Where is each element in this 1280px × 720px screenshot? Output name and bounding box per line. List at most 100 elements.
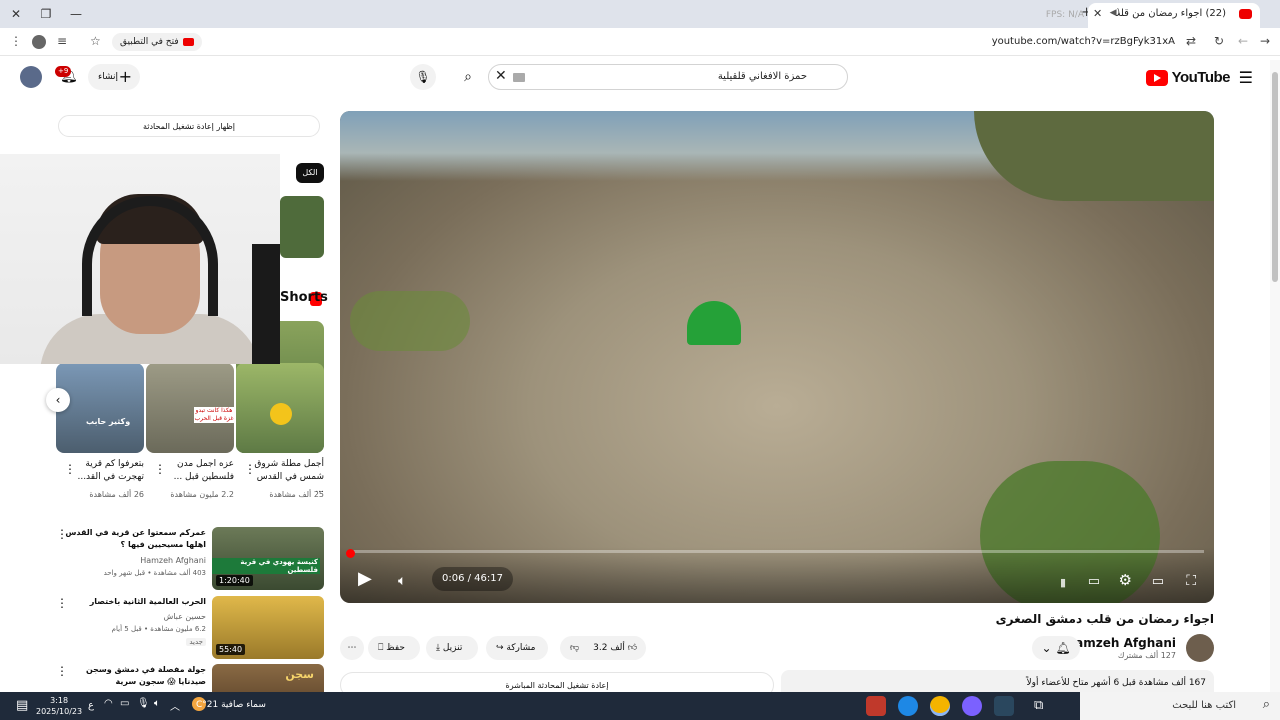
chevron-up-icon[interactable]: ︿ bbox=[170, 698, 180, 713]
video-player[interactable]: ▶ 🔈︎ 0:06 / 46:17 ▮ ▭ ⚙ ▭ ⛶ bbox=[340, 111, 1214, 603]
scrollbar-thumb[interactable] bbox=[1272, 72, 1278, 282]
browser-tab-active[interactable]: ✕ ◀) (22) اجواء رمضان من قلب... bbox=[1088, 3, 1260, 28]
recommended-video[interactable]: 55:40 الحرب العالمية الثانية باختصار حسي… bbox=[50, 596, 324, 662]
restore-window-icon[interactable]: ❐ bbox=[38, 6, 54, 22]
notifications-icon[interactable]: ▤ bbox=[16, 698, 28, 713]
account-avatar[interactable] bbox=[20, 66, 42, 88]
short-thumbnail[interactable]: هكذا كانت تبدو غزة قبل الحرب bbox=[146, 363, 234, 453]
video-thumbnail[interactable]: كنيسة يهودي في قرية فلسطين 1:20:40 bbox=[212, 527, 324, 590]
bookmark-icon: ⎕ bbox=[378, 643, 384, 653]
reload-icon[interactable]: ↻ bbox=[1214, 34, 1224, 48]
short-title[interactable]: عزه اجمل مدن فلسطين قبل ... bbox=[158, 458, 234, 484]
captions-icon[interactable]: ▭ bbox=[1088, 574, 1100, 589]
wifi-icon[interactable]: ◠ bbox=[104, 698, 113, 709]
app-icon-chrome[interactable] bbox=[930, 696, 950, 716]
short-views: 25 ألف مشاهدة bbox=[269, 490, 324, 499]
shorts-previous-button[interactable]: ‹ bbox=[46, 388, 70, 412]
video-thumbnail[interactable]: سجن bbox=[212, 664, 324, 692]
recommended-video[interactable]: سجن جولة مفصلة في دمشق وسجن صيدنايا 😱 سج… bbox=[50, 664, 324, 692]
thumb-caption: كنيسة يهودي في قرية فلسطين bbox=[212, 558, 320, 574]
playlist-icon[interactable]: ≡ bbox=[57, 34, 67, 48]
forward-icon[interactable]: ← bbox=[1238, 34, 1248, 48]
app-icon-discord[interactable] bbox=[962, 696, 982, 716]
autoplay-toggle[interactable]: ▮ bbox=[1060, 576, 1066, 589]
hamburger-menu-icon[interactable]: ☰ bbox=[1239, 68, 1253, 87]
fullscreen-icon[interactable]: ⛶ bbox=[1186, 573, 1196, 589]
video-title[interactable]: جولة مفصلة في دمشق وسجن صيدنايا 😱 سجون س… bbox=[56, 664, 206, 688]
time-display: 0:06 / 46:17 bbox=[432, 567, 514, 591]
share-label: مشاركة bbox=[506, 643, 536, 653]
video-title[interactable]: عمركم سمعتوا عن قرية في القدس اهلها مسيح… bbox=[56, 527, 206, 551]
kebab-menu-icon[interactable]: ⋮ bbox=[10, 34, 22, 48]
app-icon-obs[interactable] bbox=[866, 696, 886, 716]
video-title[interactable]: الحرب العالمية الثانية باختصار bbox=[56, 596, 206, 608]
duration-badge: 55:40 bbox=[216, 644, 246, 655]
task-view-icon[interactable]: ⧉ bbox=[1034, 698, 1043, 713]
short-thumbnail[interactable] bbox=[236, 363, 324, 453]
show-chat-replay-button[interactable]: إظهار إعادة تشغيل المحادثة bbox=[58, 115, 320, 137]
short-more-icon[interactable]: ⋮ bbox=[244, 462, 256, 476]
save-label: حفظ bbox=[386, 643, 405, 653]
close-window-icon[interactable]: ✕ bbox=[8, 6, 24, 22]
progress-bar[interactable] bbox=[350, 550, 1204, 553]
play-icon[interactable]: ▶ bbox=[358, 568, 372, 589]
microphone-icon[interactable]: 🎙︎ bbox=[137, 698, 150, 709]
save-button[interactable]: ⎕ حفظ bbox=[368, 636, 420, 660]
sound-icon[interactable]: 🔈︎ bbox=[154, 698, 160, 709]
search-input[interactable]: ✕ حمزة الافغاني قلقيلية bbox=[488, 64, 848, 90]
settings-gear-icon[interactable]: ⚙ bbox=[1119, 571, 1132, 589]
volume-icon[interactable]: 🔈︎ bbox=[398, 573, 406, 589]
video-thumbnail[interactable]: 55:40 bbox=[212, 596, 324, 659]
scrubber-handle[interactable] bbox=[346, 549, 355, 558]
back-icon[interactable]: → bbox=[1260, 34, 1270, 48]
more-icon[interactable]: ⋮ bbox=[56, 664, 68, 678]
mic-button[interactable]: 🎙︎ bbox=[410, 64, 436, 90]
dislike-icon[interactable]: 👎︎ bbox=[570, 643, 579, 653]
youtube-logo[interactable]: YouTube bbox=[1146, 69, 1231, 87]
more-icon[interactable]: ⋮ bbox=[56, 596, 68, 610]
minimize-window-icon[interactable]: — bbox=[68, 6, 84, 22]
short-thumbnail[interactable]: وكثير حابب bbox=[56, 363, 144, 453]
share-button[interactable]: ↪ مشاركة bbox=[486, 636, 548, 660]
close-tab-icon[interactable]: ✕ bbox=[1093, 7, 1102, 20]
create-button[interactable]: إنشاء + bbox=[88, 64, 140, 90]
star-icon[interactable]: ☆ bbox=[90, 34, 101, 48]
taskbar-clock[interactable]: 3:18 2025/10/23 bbox=[36, 695, 82, 717]
chip-all[interactable]: الكل bbox=[296, 163, 324, 183]
channel-name[interactable]: Hamzeh Afghani bbox=[140, 556, 206, 565]
open-in-app-button[interactable]: فتح في التطبيق bbox=[112, 33, 202, 51]
short-more-icon[interactable]: ⋮ bbox=[154, 462, 166, 476]
more-icon[interactable]: ⋮ bbox=[56, 527, 68, 541]
like-dislike-group: 👎︎ 3.2 ألف 👍︎ bbox=[560, 636, 646, 660]
like-icon[interactable]: 👍︎ bbox=[628, 643, 637, 653]
page-scrollbar[interactable] bbox=[1270, 60, 1280, 692]
clear-search-icon[interactable]: ✕ bbox=[495, 68, 507, 84]
language-indicator[interactable]: ع bbox=[88, 700, 94, 711]
theater-mode-icon[interactable]: ▭ bbox=[1152, 574, 1164, 589]
channel-name[interactable]: Hamzeh Afghani bbox=[1065, 636, 1176, 650]
more-actions-button[interactable]: ⋯ bbox=[340, 636, 364, 660]
short-more-icon[interactable]: ⋮ bbox=[64, 462, 76, 476]
thumbnail-partial[interactable] bbox=[280, 196, 324, 258]
taskbar-search[interactable]: اكتب هنا للبحث ⌕ bbox=[1080, 692, 1280, 720]
channel-avatar[interactable] bbox=[1186, 634, 1214, 662]
subscribed-bell-button[interactable]: ⌄ 🔔︎ bbox=[1032, 636, 1080, 660]
taskbar-search-placeholder: اكتب هنا للبحث bbox=[1172, 700, 1236, 711]
download-button[interactable]: ⤓ تنزيل bbox=[426, 636, 478, 660]
profile-avatar[interactable] bbox=[32, 35, 46, 49]
app-icon-edge[interactable] bbox=[898, 696, 918, 716]
site-settings-icon[interactable]: ⇄ bbox=[1186, 34, 1196, 48]
youtube-favicon-icon bbox=[1239, 9, 1252, 19]
download-icon: ⤓ bbox=[436, 643, 440, 653]
network-icon[interactable]: ▭ bbox=[120, 698, 129, 709]
short-title[interactable]: بتعرفوا كم قرية تهجرت في القد... bbox=[68, 458, 144, 484]
clock-time: 3:18 bbox=[50, 696, 69, 705]
app-icon-steam[interactable] bbox=[994, 696, 1014, 716]
channel-name[interactable]: حسين عباش bbox=[163, 612, 206, 621]
weather-text[interactable]: سماء صافية 21°C bbox=[196, 700, 266, 710]
recommended-video[interactable]: كنيسة يهودي في قرية فلسطين 1:20:40 عمركم… bbox=[50, 527, 324, 593]
clock-date: 2025/10/23 bbox=[36, 707, 83, 716]
url-text[interactable]: youtube.com/watch?v=rzBgFyk31xA bbox=[992, 36, 1175, 47]
search-button[interactable]: ⌕ bbox=[452, 64, 484, 90]
keyboard-icon[interactable] bbox=[513, 73, 525, 82]
